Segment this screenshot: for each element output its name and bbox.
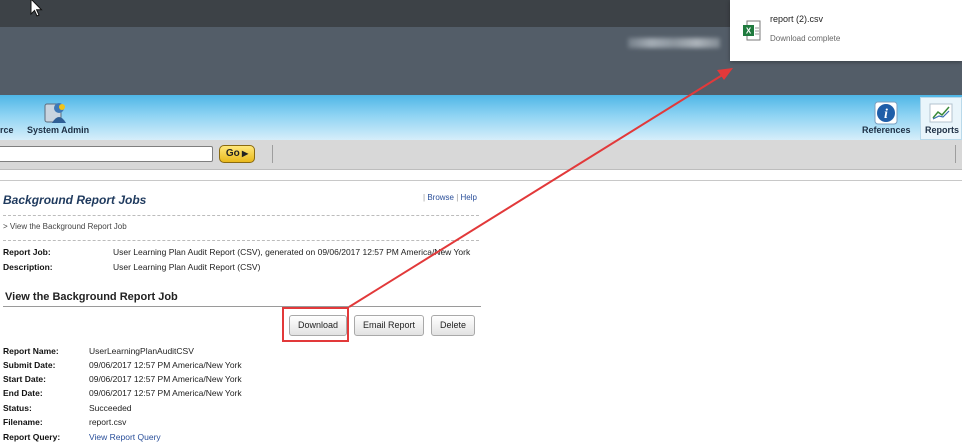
mouse-cursor-icon	[30, 0, 43, 17]
download-popup[interactable]: X report (2).csv Download complete	[730, 0, 962, 61]
play-arrow-icon: ▶	[239, 149, 249, 158]
blurred-user-info	[628, 38, 720, 48]
email-report-button[interactable]: Email Report	[354, 315, 424, 336]
toolbar-divider	[955, 145, 956, 163]
nav-item-partial-label[interactable]: rce	[0, 125, 14, 135]
annotation-highlight-box	[282, 307, 349, 342]
end-date-value: 09/06/2017 12:57 PM America/New York	[89, 388, 242, 398]
report-name-label: Report Name:	[3, 346, 59, 356]
description-label: Description:	[3, 262, 53, 272]
divider	[3, 215, 479, 216]
start-date-label: Start Date:	[3, 374, 46, 384]
content-divider	[0, 180, 962, 181]
nav-item-reports-label[interactable]: Reports	[925, 125, 959, 135]
section-rule	[3, 306, 481, 307]
end-date-label: End Date:	[3, 388, 43, 398]
references-info-icon[interactable]: i	[874, 101, 898, 125]
go-button-label: Go	[225, 148, 240, 159]
filename-label: Filename:	[3, 417, 43, 427]
download-filename[interactable]: report (2).csv	[770, 14, 823, 24]
section-title: View the Background Report Job	[5, 291, 178, 303]
report-job-value: User Learning Plan Audit Report (CSV), g…	[113, 247, 471, 257]
report-job-label: Report Job:	[3, 247, 51, 257]
submit-date-value: 09/06/2017 12:57 PM America/New York	[89, 360, 242, 370]
svg-text:i: i	[884, 107, 888, 122]
browse-link[interactable]: Browse	[427, 193, 454, 202]
toolbar-divider	[272, 145, 273, 163]
page-title: Background Report Jobs	[3, 193, 147, 207]
nav-item-system-admin[interactable]: System Admin	[27, 125, 89, 135]
search-input[interactable]	[0, 146, 213, 162]
reports-chart-icon[interactable]	[929, 103, 953, 123]
status-label: Status:	[3, 403, 32, 413]
main-nav-bar	[0, 95, 962, 140]
nav-item-references[interactable]: References	[862, 125, 911, 135]
download-status: Download complete	[770, 34, 841, 43]
delete-button[interactable]: Delete	[431, 315, 475, 336]
svg-text:X: X	[746, 27, 752, 36]
help-link[interactable]: Help	[461, 193, 477, 202]
report-name-value: UserLearningPlanAuditCSV	[89, 346, 194, 356]
report-query-label: Report Query:	[3, 432, 61, 442]
system-admin-icon[interactable]	[44, 101, 69, 124]
description-value: User Learning Plan Audit Report (CSV)	[113, 262, 261, 272]
divider	[3, 240, 479, 241]
go-button[interactable]: Go ▶	[219, 145, 255, 163]
excel-file-icon: X	[743, 20, 761, 41]
view-report-query-link[interactable]: View Report Query	[89, 432, 161, 442]
submit-date-label: Submit Date:	[3, 360, 56, 370]
breadcrumb: > View the Background Report Job	[3, 222, 127, 231]
status-value: Succeeded	[89, 403, 132, 413]
page-links: | Browse | Help	[423, 193, 477, 202]
start-date-value: 09/06/2017 12:57 PM America/New York	[89, 374, 242, 384]
filename-value: report.csv	[89, 417, 127, 427]
